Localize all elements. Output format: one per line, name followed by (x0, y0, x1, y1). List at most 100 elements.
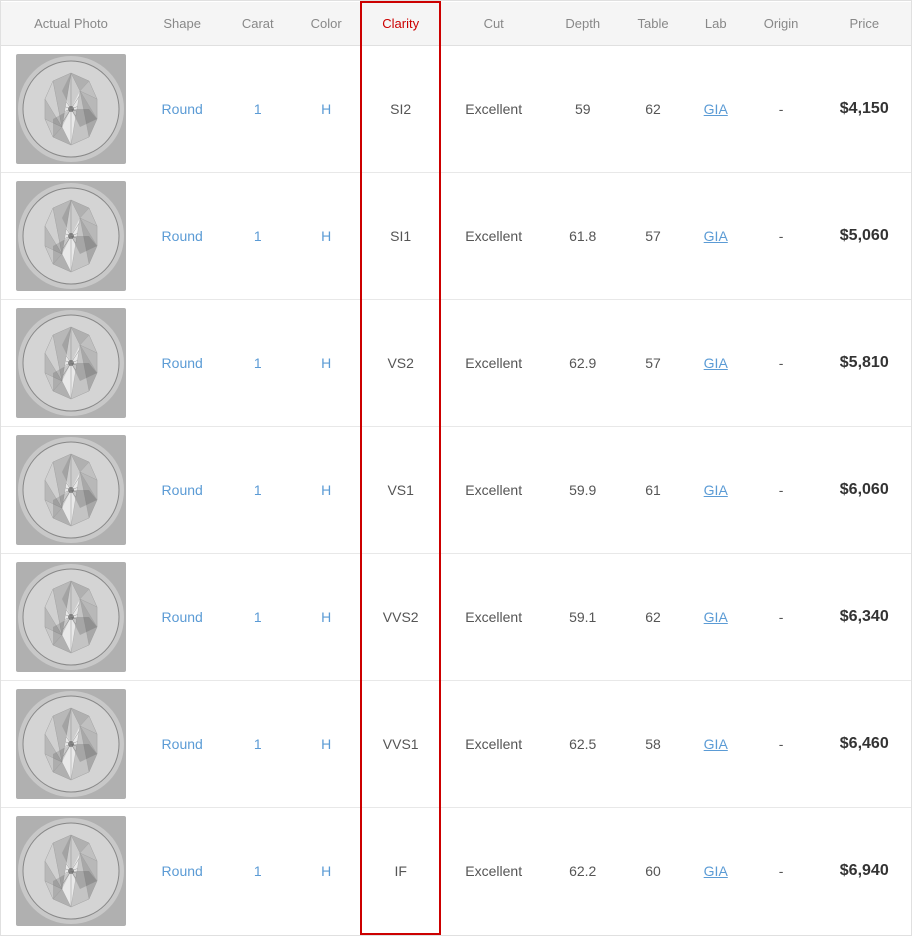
cell-color: H (292, 808, 361, 935)
cell-depth: 62.9 (546, 300, 619, 427)
cell-clarity: VS1 (361, 427, 440, 554)
cell-origin: - (745, 681, 818, 808)
cell-cut: Excellent (440, 681, 546, 808)
col-header-cut: Cut (440, 2, 546, 46)
col-header-shape: Shape (141, 2, 223, 46)
cell-lab[interactable]: GIA (687, 427, 745, 554)
diamond-image (16, 54, 126, 164)
cell-color: H (292, 427, 361, 554)
cell-cut: Excellent (440, 554, 546, 681)
cell-origin: - (745, 300, 818, 427)
cell-color: H (292, 46, 361, 173)
col-header-table: Table (619, 2, 687, 46)
cell-shape: Round (141, 427, 223, 554)
cell-clarity: VVS1 (361, 681, 440, 808)
cell-depth: 59 (546, 46, 619, 173)
cell-price: $6,460 (818, 681, 912, 808)
col-header-carat: Carat (223, 2, 292, 46)
cell-origin: - (745, 173, 818, 300)
cell-clarity: SI2 (361, 46, 440, 173)
col-header-lab: Lab (687, 2, 745, 46)
diamond-image (16, 562, 126, 672)
cell-table: 57 (619, 173, 687, 300)
table-row: Round 1 H SI2 Excellent 59 62 GIA - $4,1… (1, 46, 911, 173)
cell-carat: 1 (223, 554, 292, 681)
cell-depth: 62.2 (546, 808, 619, 935)
diamond-image (16, 435, 126, 545)
cell-photo (1, 681, 141, 808)
col-header-photo: Actual Photo (1, 2, 141, 46)
cell-shape: Round (141, 46, 223, 173)
cell-cut: Excellent (440, 300, 546, 427)
table-row: Round 1 H IF Excellent 62.2 60 GIA - $6,… (1, 808, 911, 935)
diamond-image (16, 308, 126, 418)
diamond-image (16, 816, 126, 926)
table-row: Round 1 H VS2 Excellent 62.9 57 GIA - $5… (1, 300, 911, 427)
cell-table: 62 (619, 46, 687, 173)
cell-clarity: VS2 (361, 300, 440, 427)
diamond-image (16, 689, 126, 799)
diamond-table: Actual Photo Shape Carat Color Clarity C… (0, 0, 912, 936)
cell-lab[interactable]: GIA (687, 300, 745, 427)
cell-cut: Excellent (440, 173, 546, 300)
table-row: Round 1 H VVS1 Excellent 62.5 58 GIA - $… (1, 681, 911, 808)
cell-origin: - (745, 427, 818, 554)
col-header-clarity: Clarity (361, 2, 440, 46)
cell-photo (1, 808, 141, 935)
cell-table: 58 (619, 681, 687, 808)
cell-clarity: SI1 (361, 173, 440, 300)
cell-table: 57 (619, 300, 687, 427)
col-header-price: Price (818, 2, 912, 46)
cell-table: 61 (619, 427, 687, 554)
col-header-origin: Origin (745, 2, 818, 46)
cell-price: $6,340 (818, 554, 912, 681)
cell-carat: 1 (223, 808, 292, 935)
cell-shape: Round (141, 300, 223, 427)
cell-depth: 62.5 (546, 681, 619, 808)
diamond-image (16, 181, 126, 291)
cell-color: H (292, 681, 361, 808)
cell-lab[interactable]: GIA (687, 681, 745, 808)
cell-shape: Round (141, 808, 223, 935)
cell-shape: Round (141, 173, 223, 300)
cell-lab[interactable]: GIA (687, 173, 745, 300)
cell-depth: 59.9 (546, 427, 619, 554)
cell-photo (1, 427, 141, 554)
cell-carat: 1 (223, 427, 292, 554)
cell-depth: 59.1 (546, 554, 619, 681)
table-row: Round 1 H VS1 Excellent 59.9 61 GIA - $6… (1, 427, 911, 554)
cell-clarity: VVS2 (361, 554, 440, 681)
cell-table: 60 (619, 808, 687, 935)
table-row: Round 1 H SI1 Excellent 61.8 57 GIA - $5… (1, 173, 911, 300)
cell-lab[interactable]: GIA (687, 554, 745, 681)
cell-price: $4,150 (818, 46, 912, 173)
cell-color: H (292, 554, 361, 681)
cell-carat: 1 (223, 46, 292, 173)
cell-carat: 1 (223, 681, 292, 808)
cell-photo (1, 300, 141, 427)
cell-cut: Excellent (440, 808, 546, 935)
cell-photo (1, 46, 141, 173)
cell-origin: - (745, 46, 818, 173)
cell-depth: 61.8 (546, 173, 619, 300)
cell-photo (1, 554, 141, 681)
col-header-color: Color (292, 2, 361, 46)
cell-color: H (292, 173, 361, 300)
col-header-depth: Depth (546, 2, 619, 46)
cell-cut: Excellent (440, 427, 546, 554)
cell-lab[interactable]: GIA (687, 808, 745, 935)
cell-table: 62 (619, 554, 687, 681)
cell-lab[interactable]: GIA (687, 46, 745, 173)
cell-price: $6,940 (818, 808, 912, 935)
cell-carat: 1 (223, 300, 292, 427)
cell-price: $6,060 (818, 427, 912, 554)
cell-price: $5,810 (818, 300, 912, 427)
table-header: Actual Photo Shape Carat Color Clarity C… (1, 2, 911, 46)
cell-shape: Round (141, 681, 223, 808)
cell-price: $5,060 (818, 173, 912, 300)
cell-origin: - (745, 808, 818, 935)
cell-carat: 1 (223, 173, 292, 300)
cell-shape: Round (141, 554, 223, 681)
cell-clarity: IF (361, 808, 440, 935)
cell-photo (1, 173, 141, 300)
